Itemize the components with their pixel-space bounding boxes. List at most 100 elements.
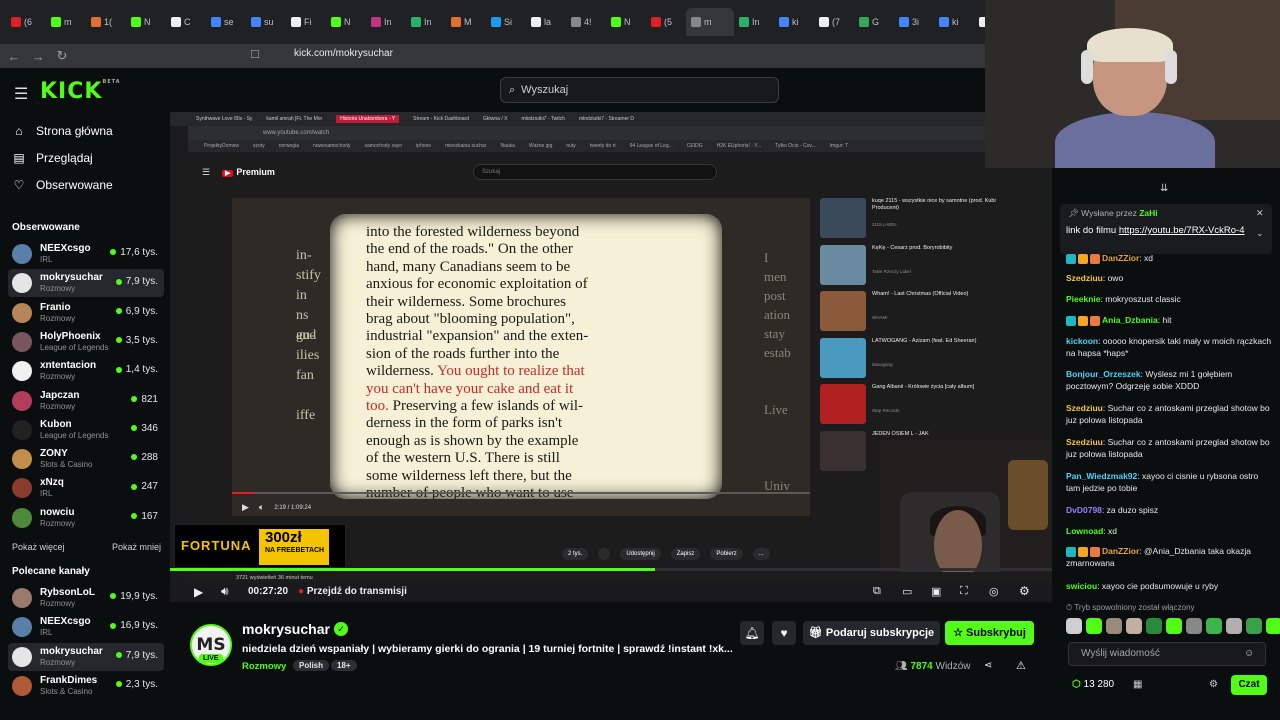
sidebar-channel[interactable]: mokrysuchar Rozmowy 7,9 tys. — [8, 642, 164, 671]
browser-tab[interactable]: ki — [934, 8, 974, 36]
browser-tab[interactable]: (7 — [814, 8, 854, 36]
report-icon[interactable]: ⚠ — [1016, 659, 1026, 672]
chat-username[interactable]: Szedziuu — [1066, 403, 1103, 413]
browser-tab[interactable]: ki — [774, 8, 814, 36]
fullscreen-icon[interactable]: ⛶ — [960, 585, 968, 598]
browser-tab[interactable]: N — [606, 8, 646, 36]
subscribe-button[interactable]: ☆ Subskrybuj — [945, 621, 1034, 645]
browser-tab[interactable]: In — [734, 8, 774, 36]
stream-category[interactable]: Rozmowy — [242, 661, 286, 672]
browser-tab[interactable]: 1( — [86, 8, 126, 36]
kick-logo[interactable]: KICKBETA — [40, 79, 121, 104]
theater-icon[interactable]: ▣ — [931, 585, 941, 598]
browser-tab[interactable]: Fi — [286, 8, 326, 36]
chat-username[interactable]: Szedziuu — [1066, 273, 1103, 283]
send-chat-button[interactable]: Czat — [1231, 675, 1267, 695]
emote-icon[interactable] — [1126, 618, 1142, 634]
sidebar-channel[interactable]: NEEXcsgo IRL 17,6 tys. — [8, 240, 164, 268]
emote-icon[interactable] — [1206, 618, 1222, 634]
chat-username[interactable]: Szedziuu — [1066, 437, 1103, 447]
clip-icon[interactable]: ▭ — [902, 585, 912, 598]
emote-icon[interactable] — [1066, 618, 1082, 634]
chevron-down-icon[interactable]: ⌄ — [694, 643, 702, 654]
browser-tab[interactable]: N — [126, 8, 166, 36]
sidebar-channel[interactable]: ZONY Slots & Casino 288 — [8, 445, 164, 473]
browser-tab[interactable]: G — [854, 8, 894, 36]
sidebar-channel[interactable]: xntentacion Rozmowy 1,4 tys. — [8, 357, 164, 385]
browser-tab[interactable]: In — [406, 8, 446, 36]
chat-leaderboard-icon[interactable]: ▦ — [1133, 679, 1142, 690]
chat-username[interactable]: Ania_Dzbania — [1102, 315, 1158, 325]
search-input[interactable]: ⌕ Wyszukaj — [500, 77, 779, 103]
menu-icon[interactable]: ☰ — [14, 84, 28, 104]
show-less-button[interactable]: Pokaż mniej — [112, 542, 161, 552]
chat-username[interactable]: DanZZior — [1102, 546, 1139, 556]
sidebar-channel[interactable]: Kubon League of Legends 346 — [8, 416, 164, 444]
chat-username[interactable]: Pieeknie — [1066, 294, 1101, 304]
browser-tab[interactable]: 4! — [566, 8, 606, 36]
sidebar-channel[interactable]: xNzq IRL 247 — [8, 474, 164, 502]
sidebar-channel[interactable]: NEEXcsgo IRL 16,9 tys. — [8, 613, 164, 641]
tag-age[interactable]: 18+ — [331, 660, 357, 671]
browser-tab[interactable]: Si — [486, 8, 526, 36]
nav-home[interactable]: ⌂ Strona główna — [12, 124, 112, 138]
volume-icon[interactable]: 🔊︎ — [221, 584, 229, 599]
browser-tab[interactable]: se — [206, 8, 246, 36]
chat-username[interactable]: Lownoad — [1066, 526, 1103, 536]
show-more-button[interactable]: Pokaż więcej — [12, 542, 65, 552]
emote-icon[interactable] — [1186, 618, 1202, 634]
reload-icon[interactable]: ↻ — [52, 48, 72, 64]
emote-icon[interactable] — [1266, 618, 1280, 634]
sidebar-channel[interactable]: Franio Rozmowy 6,9 tys. — [8, 299, 164, 327]
chat-username[interactable]: swiciou — [1066, 581, 1097, 591]
browser-tab[interactable]: 3i — [894, 8, 934, 36]
play-icon[interactable]: ▶ — [194, 585, 203, 599]
chat-collapse-icon[interactable]: ⇊ — [1160, 183, 1168, 194]
expand-icon[interactable]: ⌄ — [1256, 228, 1264, 239]
channel-points[interactable]: ⬡ 13 280 — [1072, 679, 1114, 690]
emote-icon[interactable] — [1246, 618, 1262, 634]
browser-tab[interactable]: m — [686, 8, 734, 36]
settings-icon[interactable]: ⚙ — [1019, 584, 1030, 598]
chat-username[interactable]: Bonjour_Orzeszek — [1066, 369, 1141, 379]
emote-icon[interactable] — [1166, 618, 1182, 634]
pip-icon[interactable]: ⧉ — [873, 585, 881, 598]
chat-username[interactable]: Pan_Wiedzmak92 — [1066, 471, 1137, 481]
bookmark-icon[interactable]: ☐ — [250, 48, 260, 61]
gift-subs-button[interactable]: 🎁︎ Podaruj subskrypcje — [803, 621, 940, 645]
emote-icon[interactable] — [1146, 618, 1162, 634]
jump-to-live-button[interactable]: ● Przejdź do transmisji — [298, 586, 407, 597]
sidebar-channel[interactable]: FrankDimes Slots & Casino 2,3 tys. — [8, 672, 164, 700]
notification-bell-button[interactable]: 🔔︎ — [740, 621, 764, 645]
streamer-name[interactable]: mokrysuchar — [242, 621, 330, 637]
pinned-link[interactable]: https://youtu.be/7RX-VckRo-4 — [1119, 225, 1245, 236]
chat-input[interactable]: Wyślij wiadomość — [1068, 642, 1266, 666]
chat-username[interactable]: kickoon — [1066, 336, 1098, 346]
browser-tab[interactable]: In — [366, 8, 406, 36]
chat-settings-icon[interactable]: ⚙ — [1209, 679, 1218, 690]
chat-username[interactable]: DvD0798 — [1066, 505, 1102, 515]
back-icon[interactable]: ← — [4, 49, 24, 64]
sidebar-channel[interactable]: RybsonLoL Rozmowy 19,9 tys. — [8, 584, 164, 612]
browser-tab[interactable]: (5 — [646, 8, 686, 36]
forward-icon[interactable]: → — [28, 49, 48, 64]
sidebar-channel[interactable]: nowciu Rozmowy 167 — [8, 504, 164, 532]
quality-icon[interactable]: ◎ — [989, 585, 999, 598]
sidebar-channel[interactable]: Japczan Rozmowy 821 — [8, 387, 164, 415]
chat-username[interactable]: DanZZior — [1102, 253, 1139, 263]
nav-browse[interactable]: ▤ Przeglądaj — [12, 151, 92, 165]
emoji-icon[interactable]: ☺ — [1244, 648, 1254, 659]
tag-language[interactable]: Polish — [293, 660, 330, 671]
follow-heart-button[interactable]: ♥ — [772, 621, 796, 645]
nav-following[interactable]: ♡ Obserwowane — [12, 178, 113, 192]
emote-icon[interactable] — [1106, 618, 1122, 634]
emote-icon[interactable] — [1086, 618, 1102, 634]
browser-tab[interactable]: N — [326, 8, 366, 36]
unpin-icon[interactable]: ✕ — [1256, 208, 1264, 219]
browser-tab[interactable]: M — [446, 8, 486, 36]
browser-tab[interactable]: la — [526, 8, 566, 36]
url-field[interactable]: kick.com/mokrysuchar — [294, 48, 393, 59]
browser-tab[interactable]: C — [166, 8, 206, 36]
browser-tab[interactable]: m — [46, 8, 86, 36]
sidebar-channel[interactable]: HolyPhoenix League of Legends 3,5 tys. — [8, 328, 164, 356]
